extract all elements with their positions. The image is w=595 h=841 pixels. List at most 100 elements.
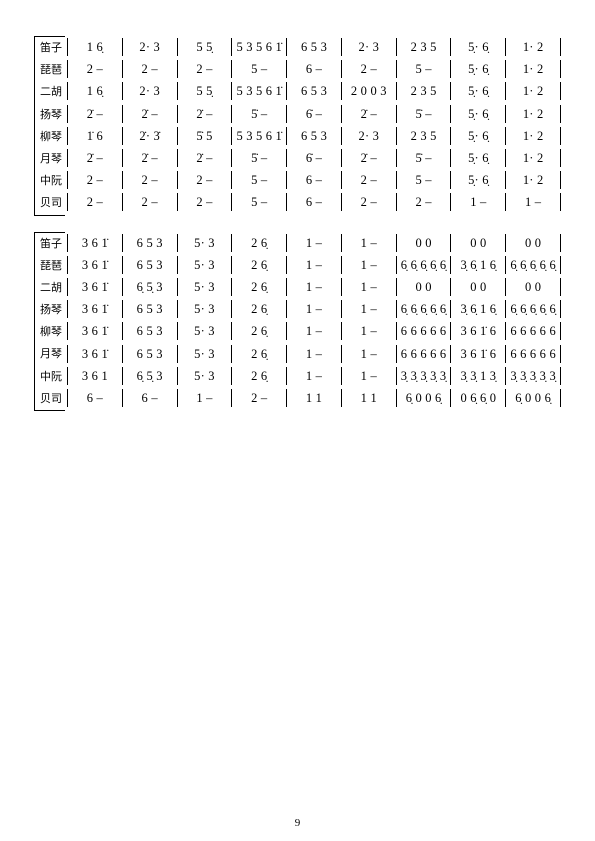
- measure-cell: 1 –: [287, 322, 342, 340]
- instrument-label: 柳琴: [35, 321, 65, 343]
- measure-cell: 1 –: [506, 193, 561, 211]
- measure-cell: 0 6̣ 6̣ 0: [451, 389, 506, 407]
- page-number: 9: [295, 817, 301, 829]
- measure-cell: 5· 3: [178, 367, 233, 385]
- measure-cell: 5̇ –: [232, 149, 287, 167]
- measure-cell: 2̇ –: [178, 149, 233, 167]
- measure-cell: 3 6 1̇: [67, 322, 123, 340]
- instrument-label: 柳琴: [35, 126, 65, 148]
- measure-cell: 2 3 5: [397, 82, 452, 100]
- measure-cell: 3̣ 3̣ 1 3̣: [451, 367, 506, 385]
- measure-cell: 5 –: [232, 60, 287, 78]
- measure-grid: 3 6 1̇6 5 35· 3952 6̣1 –1 –0 00 01000 03…: [67, 232, 561, 412]
- measure-cell: 1 –: [342, 234, 397, 252]
- staff-row: 3 6 16̣ 5̣ 35· 32 6̣1 –1 –3̣ 3̣ 3̣ 3̣ 3̣…: [67, 365, 561, 387]
- measure-cell: 2 –: [67, 193, 123, 211]
- instrument-label: 中阮: [35, 170, 65, 192]
- measure-cell: 0 0100: [451, 234, 506, 252]
- measure-cell: 6 5 3: [123, 234, 178, 252]
- instrument-label: 扬琴: [35, 104, 65, 126]
- measure-cell: 2̇ –: [178, 105, 233, 123]
- measure-cell: 5 5̣: [178, 82, 233, 100]
- measure-cell: 0 0: [397, 234, 452, 252]
- measure-cell: 1 1: [287, 389, 342, 407]
- measure-cell: 5 3 5 6 1̇: [232, 38, 287, 56]
- instrument-label: 二胡: [35, 81, 65, 103]
- measure-cell: 0 0: [506, 234, 561, 252]
- measure-cell: 1 –: [342, 345, 397, 363]
- measure-cell: 3 6 1̇: [67, 256, 123, 274]
- measure-cell: 3 6 1̇: [67, 278, 123, 296]
- measure-cell: 5̣· 6̣: [451, 82, 506, 100]
- measure-cell: 2 –: [342, 60, 397, 78]
- measure-cell: 1 6̣: [67, 82, 123, 100]
- staff-row: 1 6̣2· 35 5̣5 3 5 6 1̇6 5 32 0 0 32 3 55…: [67, 80, 561, 102]
- measure-cell: 2 –: [232, 389, 287, 407]
- measure-cell: 5 3 5 6 1̇: [232, 127, 287, 145]
- measure-cell: 1· 2: [506, 171, 561, 189]
- measure-cell: 3̣ 3̣ 3̣ 3̣ 3̣: [397, 367, 452, 385]
- measure-cell: 6̇ –: [287, 105, 342, 123]
- measure-cell: 5 –: [232, 193, 287, 211]
- measure-cell: 1· 2: [506, 127, 561, 145]
- measure-cell: 2 6̣: [232, 256, 287, 274]
- measure-cell: 1· 2: [506, 38, 561, 56]
- instrument-label: 月琴: [35, 148, 65, 170]
- staff-row: 2̇ –2̇ –2̇ –5̇ –6̇ –2̇ –5̇ –5̣· 6̣1· 2: [67, 103, 561, 125]
- measure-cell: 6̣ 0 0 6̣: [397, 389, 452, 407]
- measure-cell: 2 6̣: [232, 278, 287, 296]
- measure-cell: 1 –: [342, 278, 397, 296]
- measure-cell: 6 5 3: [287, 82, 342, 100]
- measure-cell: 5̇ –: [397, 149, 452, 167]
- measure-cell: 5̇ –: [397, 105, 452, 123]
- staff-row: 3 6 1̇6 5 35· 32 6̣1 –1 –6̣ 6̣ 6̣ 6̣ 6̣3…: [67, 254, 561, 276]
- measure-cell: 6̣ 6̣ 6̣ 6̣ 6̣: [397, 300, 452, 318]
- staff-row: 3 6 1̇6̣ 5̣ 35· 32 6̣1 –1 –0 00 00 0: [67, 276, 561, 298]
- measure-cell: 2 3 590: [397, 38, 452, 56]
- measure-cell: 2 3 5: [397, 127, 452, 145]
- measure-cell: 1 1: [342, 389, 397, 407]
- staff-row: 2̇ –2̇ –2̇ –5̇ –6̇ –2̇ –5̇ –5̣· 6̣1· 2: [67, 147, 561, 169]
- measure-cell: 2 6̣: [232, 345, 287, 363]
- measure-cell: 1 –: [287, 345, 342, 363]
- measure-cell: 3̣ 3̣ 3̣ 3̣ 3̣: [506, 367, 561, 385]
- measure-cell: 6 6 6 6 6: [397, 345, 452, 363]
- instrument-labels: 笛子琵琶二胡扬琴柳琴月琴中阮贝司: [34, 232, 65, 412]
- measure-cell: 6̣ 5̣ 3: [123, 278, 178, 296]
- measure-cell: 3 6 1̇ 6: [451, 322, 506, 340]
- measure-cell: 1 –: [287, 367, 342, 385]
- system: 笛子琵琶二胡扬琴柳琴月琴中阮贝司1 6̣2· 3855 5̣5 3 5 6 1̇…: [34, 36, 561, 216]
- measure-cell: 5· 3: [178, 256, 233, 274]
- instrument-label: 月琴: [35, 343, 65, 365]
- instrument-label: 笛子: [35, 233, 65, 255]
- measure-cell: 6 5 3: [123, 322, 178, 340]
- measure-cell: 3̣ 6̣ 1 6̣: [451, 300, 506, 318]
- measure-cell: 0 0: [451, 278, 506, 296]
- measure-cell: 1 –: [287, 256, 342, 274]
- measure-cell: 0 0: [397, 278, 452, 296]
- measure-cell: 3 6 1̇ 6: [451, 345, 506, 363]
- measure-cell: 5̣· 6̣: [451, 38, 506, 56]
- staff-row: 3 6 1̇6 5 35· 32 6̣1 –1 –6̣ 6̣ 6̣ 6̣ 6̣3…: [67, 298, 561, 320]
- measure-cell: 3 6 1̇: [67, 345, 123, 363]
- measure-cell: 1 –: [451, 193, 506, 211]
- measure-cell: 5̇ –: [232, 105, 287, 123]
- measure-cell: 2 6̣: [232, 300, 287, 318]
- rehearsal-mark: 85: [125, 38, 135, 43]
- measure-cell: 2̇· 3̇: [123, 127, 178, 145]
- measure-cell: 2· 3: [123, 82, 178, 100]
- measure-cell: 2̇ –: [342, 149, 397, 167]
- measure-cell: 2 6̣: [232, 234, 287, 252]
- rehearsal-mark: 95: [180, 234, 190, 239]
- measure-cell: 6 –: [67, 389, 123, 407]
- measure-cell: 1̇ 6: [67, 127, 123, 145]
- measure-cell: 2 –: [123, 193, 178, 211]
- measure-cell: 1 –: [342, 322, 397, 340]
- staff-row: 3 6 1̇6 5 35· 32 6̣1 –1 –6 6 6 6 63 6 1̇…: [67, 320, 561, 342]
- measure-cell: 3̣ 6̣ 1 6̣: [451, 256, 506, 274]
- measure-cell: 2 –: [67, 60, 123, 78]
- measure-cell: 1 6̣: [67, 38, 123, 56]
- measure-cell: 6̣ 6̣ 6̣ 6̣ 6̣: [506, 256, 561, 274]
- instrument-label: 二胡: [35, 277, 65, 299]
- instrument-label: 琵琶: [35, 255, 65, 277]
